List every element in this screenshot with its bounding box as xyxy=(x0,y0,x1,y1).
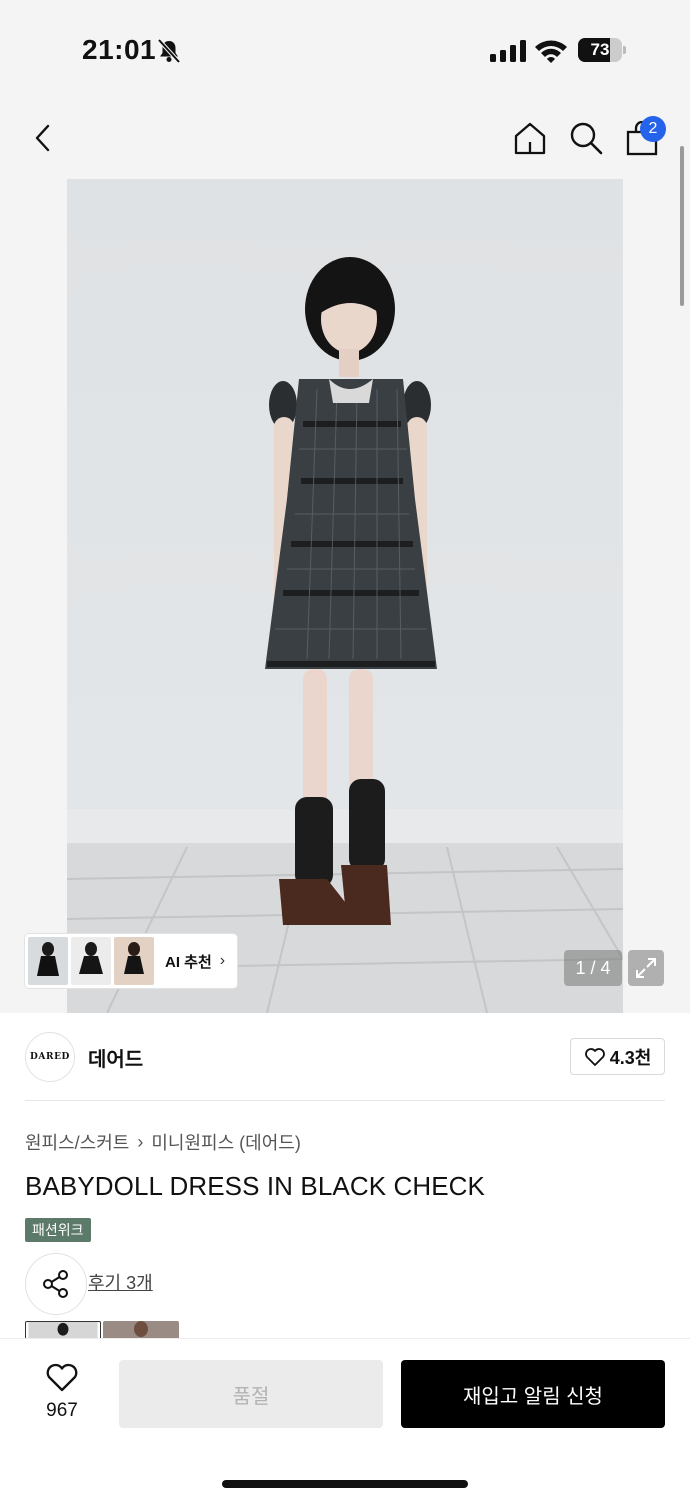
image-counter: 1 / 4 xyxy=(564,950,622,986)
expand-icon[interactable] xyxy=(628,950,664,986)
ai-recommend-button[interactable]: AI 추천 › xyxy=(25,934,237,988)
ai-thumb-3 xyxy=(114,937,154,985)
ai-thumb-1 xyxy=(28,937,68,985)
wishlist-button[interactable]: 967 xyxy=(30,1363,94,1422)
wifi-icon xyxy=(535,40,567,63)
breadcrumb-subcategory[interactable]: 미니원피스 (데어드) xyxy=(151,1129,300,1155)
divider xyxy=(25,1100,665,1101)
chevron-right-icon: › xyxy=(219,952,226,969)
battery-percent: 73 xyxy=(590,40,610,59)
cart-count-badge: 2 xyxy=(640,116,666,142)
breadcrumb-separator: › xyxy=(137,1131,144,1152)
battery-indicator: 73 xyxy=(578,38,626,62)
scroll-indicator xyxy=(680,146,684,306)
top-nav xyxy=(0,110,690,166)
brand-logo[interactable]: DARED xyxy=(25,1032,75,1082)
ai-recommend-label: AI 추천 xyxy=(165,953,212,971)
bell-off-icon xyxy=(157,38,181,64)
search-icon[interactable] xyxy=(566,118,606,158)
wishlist-count: 967 xyxy=(46,1400,78,1421)
ai-thumb-2 xyxy=(71,937,111,985)
home-indicator xyxy=(222,1480,468,1488)
back-icon[interactable] xyxy=(24,118,64,158)
status-time: 21:01 xyxy=(82,34,157,65)
model-photo xyxy=(67,257,623,1013)
brand-like-button[interactable]: 4.3천 xyxy=(570,1038,665,1075)
home-icon[interactable] xyxy=(510,118,550,158)
restock-alert-button[interactable]: 재입고 알림 신청 xyxy=(401,1360,665,1428)
brand-name[interactable]: 데어드 xyxy=(88,1043,143,1072)
product-image[interactable] xyxy=(67,179,623,1013)
share-icon xyxy=(43,1270,68,1298)
sold-out-button: 품절 xyxy=(119,1360,383,1428)
bottom-action-bar: 967 품절 재입고 알림 신청 xyxy=(0,1338,690,1500)
event-tag: 패션위크 xyxy=(25,1218,91,1242)
breadcrumb: 원피스/스커트 › 미니원피스 (데어드) xyxy=(25,1129,301,1155)
heart-icon xyxy=(46,1363,78,1392)
product-info: DARED 데어드 4.3천 원피스/스커트 › 미니원피스 (데어드) BAB… xyxy=(0,1013,690,1343)
status-bar: 21:01 73 xyxy=(0,0,690,100)
heart-icon xyxy=(584,1047,605,1066)
breadcrumb-category[interactable]: 원피스/스커트 xyxy=(25,1129,129,1155)
cellular-signal-icon xyxy=(490,40,526,62)
reviews-link[interactable]: 후기 3개 xyxy=(88,1269,153,1295)
share-button[interactable] xyxy=(25,1253,87,1315)
product-title: BABYDOLL DRESS IN BLACK CHECK xyxy=(25,1171,485,1201)
brand-like-count: 4.3천 xyxy=(609,1047,652,1068)
